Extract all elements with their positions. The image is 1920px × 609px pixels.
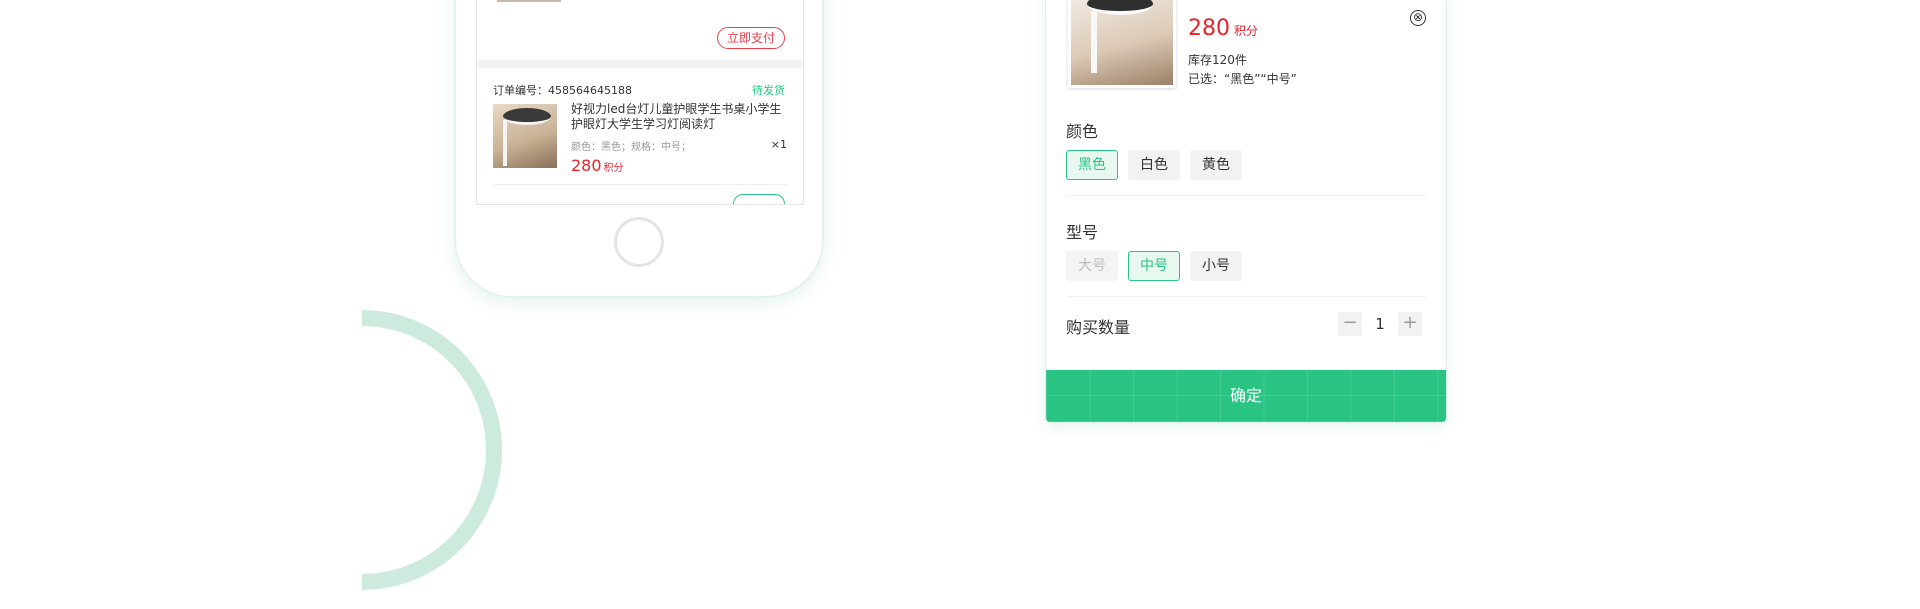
divider <box>1066 296 1426 297</box>
close-icon[interactable]: ⊗ <box>1410 10 1426 26</box>
order-status-badge: 待发货 <box>752 84 785 97</box>
order-card-previous: 立即支付 <box>477 0 803 60</box>
color-section-title: 颜色 <box>1066 122 1099 141</box>
price-unit: 积分 <box>1234 24 1259 38</box>
size-option-small[interactable]: 小号 <box>1190 251 1242 281</box>
home-button[interactable] <box>614 217 664 267</box>
selected-text: 已选：“黑色”“中号” <box>1188 72 1297 86</box>
pay-now-button[interactable]: 立即支付 <box>716 27 785 49</box>
price-unit: 积分 <box>603 163 624 174</box>
decorative-ring <box>362 310 502 590</box>
stock-text: 库存120件 <box>1188 53 1247 67</box>
price-value: 280 <box>1188 16 1230 41</box>
product-title[interactable]: 好视力led台灯儿童护眼学生书桌小学生护眼灯大学生学习灯阅读灯 <box>571 102 793 132</box>
color-option-black[interactable]: 黑色 <box>1066 150 1118 180</box>
size-section-title: 型号 <box>1066 223 1099 242</box>
lamp-arm <box>503 120 507 166</box>
quantity-value[interactable]: 1 <box>1372 315 1388 333</box>
confirm-button[interactable]: 确定 <box>1046 370 1446 422</box>
price-value: 280 <box>571 156 602 175</box>
size-options: 大号 中号 小号 <box>1066 251 1242 281</box>
phone-screen: 立即支付 订单编号：458564645188 待发货 好视力led台灯儿童护眼学… <box>476 0 804 205</box>
product-thumbnail[interactable] <box>493 104 557 168</box>
order-card[interactable]: 订单编号：458564645188 待发货 好视力led台灯儿童护眼学生书桌小学… <box>477 68 803 204</box>
divider <box>493 184 787 185</box>
product-price: 280 积分 <box>571 156 624 175</box>
product-thumbnail <box>497 0 561 2</box>
lamp-arm <box>1091 11 1097 73</box>
lamp-image <box>503 108 551 125</box>
divider <box>1066 195 1426 196</box>
color-option-yellow[interactable]: 黄色 <box>1190 150 1242 180</box>
phone-mockup: 立即支付 订单编号：458564645188 待发货 好视力led台灯儿童护眼学… <box>456 0 822 296</box>
plus-icon[interactable]: + <box>1398 312 1422 336</box>
size-option-large: 大号 <box>1066 251 1118 281</box>
sku-selection-panel: 280 积分 库存120件 已选：“黑色”“中号” ⊗ 颜色 黑色 白色 黄色 型… <box>1046 0 1446 422</box>
product-thumbnail <box>1068 0 1176 88</box>
color-options: 黑色 白色 黄色 <box>1066 150 1242 180</box>
panel-price: 280 积分 <box>1188 16 1258 41</box>
color-option-white[interactable]: 白色 <box>1128 150 1180 180</box>
quantity-stepper: − 1 + <box>1338 312 1422 336</box>
size-option-medium[interactable]: 中号 <box>1128 251 1180 281</box>
minus-icon[interactable]: − <box>1338 312 1362 336</box>
order-number: 订单编号：458564645188 <box>493 84 632 97</box>
product-quantity: ×1 <box>770 138 787 151</box>
product-spec: 颜色：黑色；规格：中号； <box>571 142 691 153</box>
order-action-button[interactable] <box>733 194 785 204</box>
quantity-label: 购买数量 <box>1066 318 1131 337</box>
